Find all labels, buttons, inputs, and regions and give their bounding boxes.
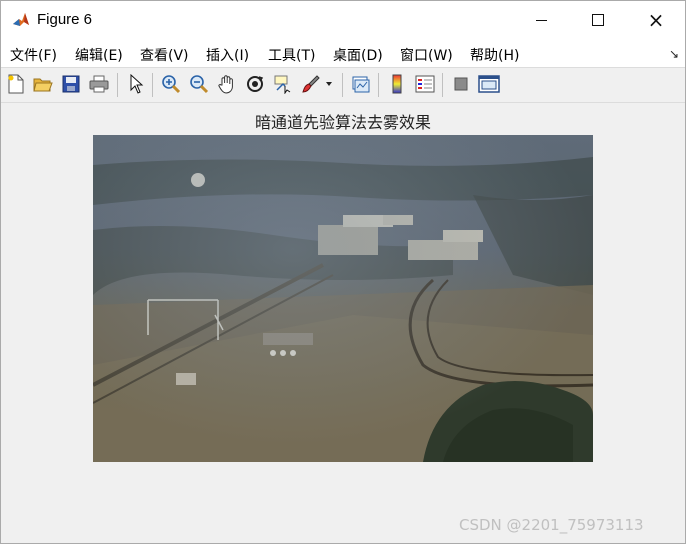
menu-insert[interactable]: 插入(I) [206,45,249,65]
menu-bar: 文件(F) 编辑(E) 查看(V) 插入(I) 工具(T) 桌面(D) 窗口(W… [1,39,685,67]
toolbar-separator [442,73,443,97]
menu-tools[interactable]: 工具(T) [268,45,315,65]
watermark-text: CSDN @2201_75973113 [459,516,644,534]
toolbar [1,67,685,103]
maximize-icon [592,14,604,26]
figure-window: Figure 6 × 文件(F) 编辑(E) 查看(V) 插入(I) 工具(T)… [0,0,686,544]
save-icon[interactable] [60,73,82,95]
menu-file[interactable]: 文件(F) [10,45,57,65]
menu-view[interactable]: 查看(V) [140,45,189,65]
minimize-button[interactable] [513,1,569,39]
menu-edit[interactable]: 编辑(E) [75,45,123,65]
close-button[interactable]: × [628,1,684,39]
minimize-icon [535,19,547,21]
close-icon: × [647,8,665,32]
pointer-icon[interactable] [125,73,147,95]
window-title: Figure 6 [37,11,93,28]
toolbar-separator [117,73,118,97]
data-cursor-icon[interactable] [272,73,294,95]
hide-plot-tools-icon[interactable] [450,73,472,95]
show-plot-tools-icon[interactable] [478,73,500,95]
zoom-out-icon[interactable] [188,73,210,95]
print-icon[interactable] [88,73,110,95]
toolbar-separator [152,73,153,97]
menu-desktop[interactable]: 桌面(D) [333,45,383,65]
pan-hand-icon[interactable] [216,73,238,95]
figure-title: 暗通道先验算法去雾效果 [254,113,431,132]
dock-arrow-icon[interactable]: ↘ [669,47,679,61]
new-figure-icon[interactable] [5,73,27,95]
menu-window[interactable]: 窗口(W) [400,45,453,65]
dehazed-image [93,135,593,462]
toolbar-separator [378,73,379,97]
legend-icon[interactable] [414,73,436,95]
menu-help[interactable]: 帮助(H) [470,45,519,65]
zoom-in-icon[interactable] [160,73,182,95]
maximize-button[interactable] [570,1,626,39]
colorbar-icon[interactable] [386,73,408,95]
open-file-icon[interactable] [32,73,54,95]
toolbar-separator [342,73,343,97]
matlab-logo-icon [11,10,31,30]
title-bar: Figure 6 × [1,1,685,39]
link-plot-icon[interactable] [350,73,372,95]
brush-icon[interactable] [300,73,322,95]
brush-dropdown-icon[interactable] [323,73,335,95]
rotate-3d-icon[interactable] [244,73,266,95]
